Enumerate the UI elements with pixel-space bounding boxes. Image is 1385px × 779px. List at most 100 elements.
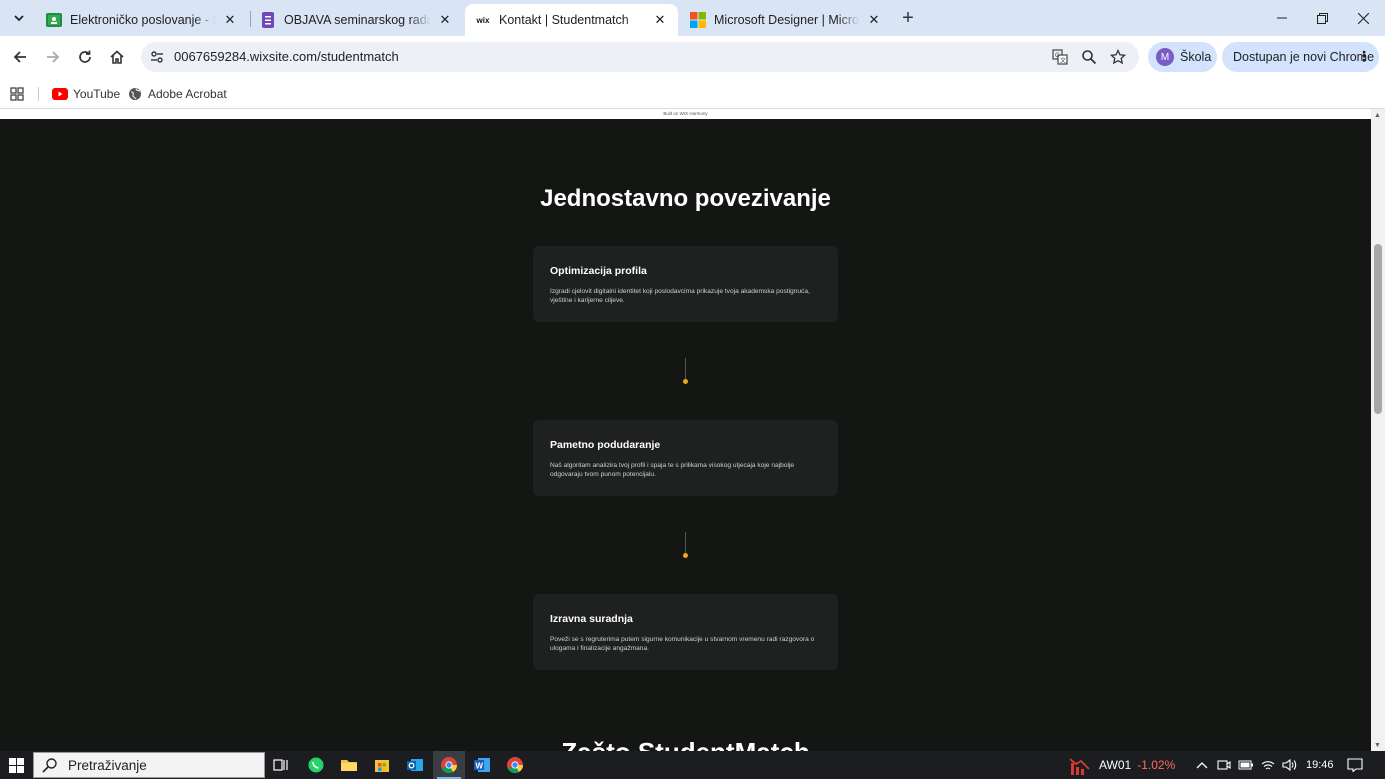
restore-icon <box>1316 12 1328 24</box>
chrome-icon <box>441 757 458 774</box>
wix-icon: wix <box>475 12 491 28</box>
reload-icon <box>79 50 91 63</box>
apps-grid-icon <box>10 87 24 101</box>
timeline-dot <box>683 553 688 558</box>
scrollbar-thumb[interactable] <box>1374 244 1382 414</box>
back-button[interactable] <box>7 44 33 70</box>
classroom-icon <box>46 12 62 28</box>
next-section-title: Zašto StudentMatch <box>0 737 1371 751</box>
plus-icon: + <box>902 6 914 29</box>
card-title: Izravna suradnja <box>550 613 633 625</box>
bookmark-star-button[interactable] <box>1108 47 1128 67</box>
taskbar-chrome[interactable] <box>433 751 465 779</box>
taskbar-whatsapp[interactable] <box>300 751 332 779</box>
profile-button[interactable]: M Škola <box>1148 42 1217 72</box>
svg-text:文: 文 <box>1060 57 1066 65</box>
close-window-button[interactable] <box>1340 0 1385 36</box>
more-vert-icon[interactable]: ⋮ <box>1357 48 1371 64</box>
close-icon[interactable]: ✕ <box>222 12 238 28</box>
tab-title: Microsoft Designer | Microsoft Designer <box>714 13 860 27</box>
tab-search-button[interactable] <box>7 7 31 29</box>
arrow-left-icon <box>13 51 26 63</box>
tab-strip: Elektroničko poslovanje - SEMINAR ✕ OBJA… <box>0 0 1385 36</box>
youtube-icon <box>52 88 68 100</box>
tab-microsoft-designer[interactable]: Microsoft Designer | Microsoft Designer … <box>680 4 892 36</box>
timeline-connector <box>685 532 686 554</box>
feature-card-collaboration: Izravna suradnja Poveži se s regruterima… <box>533 594 838 670</box>
windows-taskbar: Pretraživanje W AW01 -1.02% 19:46 <box>0 751 1385 779</box>
minimize-icon <box>1277 17 1287 19</box>
zoom-button[interactable] <box>1079 47 1099 67</box>
notifications-icon[interactable] <box>1347 751 1363 779</box>
clock-time: 19:46 <box>1306 759 1334 771</box>
tray-chevron-up-icon[interactable] <box>1196 751 1208 779</box>
folder-icon <box>341 760 357 771</box>
home-button[interactable] <box>104 44 130 70</box>
translate-button[interactable]: G文 <box>1050 47 1070 67</box>
vertical-scrollbar[interactable]: ▲ ▼ <box>1371 109 1385 751</box>
card-text: Naš algoritam analizira tvoj profil i sp… <box>550 462 795 478</box>
whatsapp-icon <box>308 757 324 773</box>
translate-icon: G文 <box>1052 49 1068 65</box>
tab-objava[interactable]: OBJAVA seminarskog rada za kolegij ✕ <box>250 4 463 36</box>
close-icon[interactable]: ✕ <box>652 12 668 28</box>
avatar: M <box>1156 48 1174 66</box>
close-icon[interactable]: ✕ <box>437 12 453 28</box>
tab-title: Elektroničko poslovanje - SEMINAR <box>70 13 216 27</box>
tab-title: Kontakt | Studentmatch <box>499 13 629 27</box>
page-viewport: Built on WIX Harmony Jednostavno poveziv… <box>0 109 1371 751</box>
battery-icon[interactable] <box>1238 751 1254 779</box>
start-button[interactable] <box>0 751 32 779</box>
scroll-up-icon[interactable]: ▲ <box>1374 112 1381 119</box>
wifi-icon[interactable] <box>1261 751 1275 779</box>
task-view-button[interactable] <box>265 751 297 779</box>
restore-button[interactable] <box>1299 0 1345 36</box>
taskbar-file-explorer[interactable] <box>333 751 365 779</box>
apps-button[interactable] <box>9 83 25 105</box>
url-text[interactable]: 0067659284.wixsite.com/studentmatch <box>174 49 399 64</box>
tab-elektronicko[interactable]: Elektroničko poslovanje - SEMINAR ✕ <box>36 4 248 36</box>
reload-button[interactable] <box>72 44 98 70</box>
wix-logo-text: wix <box>476 15 490 25</box>
bookmark-adobe-acrobat[interactable]: Adobe Acrobat <box>128 83 227 105</box>
clock[interactable]: 19:46 <box>1306 751 1334 779</box>
tab-kontakt-studentmatch[interactable]: wix Kontakt | Studentmatch ✕ <box>465 4 678 36</box>
card-title: Pametno podudaranje <box>550 439 661 451</box>
chrome-icon <box>507 757 524 774</box>
timeline-connector <box>685 358 686 380</box>
zoom-icon <box>1082 50 1097 65</box>
taskbar-search-input[interactable]: Pretraživanje <box>33 752 265 778</box>
bookmark-label: YouTube <box>73 87 121 101</box>
bookmark-label: Adobe Acrobat <box>148 87 227 101</box>
card-text: Poveži se s regruterima putem sigurne ko… <box>550 636 815 652</box>
word-icon: W <box>474 758 490 772</box>
task-view-icon <box>273 759 288 771</box>
section-title: Jednostavno povezivanje <box>540 185 831 212</box>
new-tab-button[interactable]: + <box>897 7 919 29</box>
stock-change: -1.02% <box>1137 758 1176 772</box>
taskbar-chrome-2[interactable] <box>499 751 531 779</box>
forms-icon <box>260 12 276 28</box>
windows-logo-icon <box>8 757 24 773</box>
bookmark-divider <box>38 87 39 101</box>
search-placeholder: Pretraživanje <box>68 757 147 773</box>
home-icon <box>110 50 124 64</box>
wix-banner[interactable]: Built on WIX Harmony <box>0 109 1371 119</box>
meet-now-icon[interactable] <box>1217 751 1231 779</box>
forward-button[interactable] <box>40 44 66 70</box>
scroll-down-icon[interactable]: ▼ <box>1374 742 1381 749</box>
bookmark-youtube[interactable]: YouTube <box>52 83 120 105</box>
chrome-update-button[interactable]: Dostupan je novi Chrome ⋮ <box>1222 42 1379 72</box>
stock-name: AW01 <box>1099 758 1132 772</box>
taskbar-word[interactable]: W <box>466 751 498 779</box>
volume-icon[interactable] <box>1282 751 1298 779</box>
stock-widget[interactable]: AW01 -1.02% <box>1069 751 1175 779</box>
taskbar-store[interactable] <box>366 751 398 779</box>
site-info-button[interactable] <box>147 47 167 67</box>
close-icon[interactable]: ✕ <box>866 12 882 28</box>
taskbar-outlook[interactable] <box>399 751 431 779</box>
address-bar[interactable]: 0067659284.wixsite.com/studentmatch G文 <box>141 42 1139 72</box>
feature-card-profile: Optimizacija profila Izgradi cjelovit di… <box>533 246 838 322</box>
globe-icon <box>129 88 141 100</box>
card-title: Optimizacija profila <box>550 265 647 277</box>
